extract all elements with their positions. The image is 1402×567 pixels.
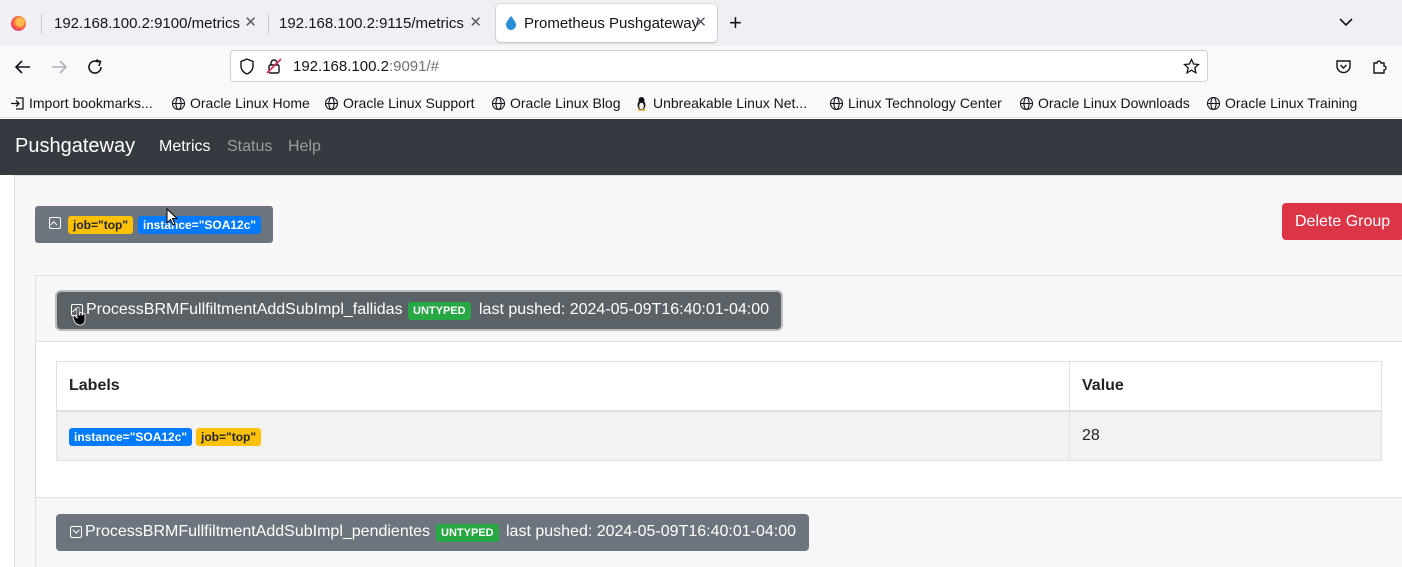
globe-icon <box>1206 96 1221 110</box>
bookmark-label: Import bookmarks... <box>29 95 153 111</box>
metric-header: ProcessBRMFullfiltmentAddSubImpl_pendien… <box>36 498 1402 567</box>
globe-icon <box>829 96 844 110</box>
shield-icon[interactable] <box>239 58 255 75</box>
globe-icon <box>171 96 186 110</box>
metric-type-badge: UNTYPED <box>408 302 471 320</box>
bookmark-label: Oracle Linux Blog <box>510 95 621 111</box>
close-tab-icon[interactable]: ✕ <box>694 13 707 33</box>
bookmark-oracle-linux-support[interactable]: Oracle Linux Support <box>324 93 475 113</box>
tab-prometheus-pushgateway[interactable]: Prometheus Pushgateway ✕ <box>496 4 717 42</box>
url-path: :9091/# <box>388 58 439 75</box>
globe-icon <box>491 96 506 110</box>
extensions-puzzle-icon[interactable] <box>1371 58 1388 75</box>
expand-toggle-icon <box>70 526 82 538</box>
forward-arrow-icon[interactable] <box>50 58 68 76</box>
bookmark-label: Oracle Linux Home <box>190 95 310 111</box>
bookmark-label: Oracle Linux Support <box>343 95 475 111</box>
bookmark-label: Oracle Linux Training <box>1225 95 1358 111</box>
table-row: instance="SOA12c" job="top" 28 <box>57 412 1381 460</box>
bookmark-label: Unbreakable Linux Net... <box>653 95 808 111</box>
close-tab-icon[interactable]: ✕ <box>244 13 257 33</box>
instance-label-badge: instance="SOA12c" <box>138 216 262 234</box>
mouse-pointer-icon <box>166 208 178 226</box>
tab-title: 192.168.100.2:9100/metrics <box>54 14 240 32</box>
nav-link-help[interactable]: Help <box>288 138 321 156</box>
firefox-logo-icon[interactable] <box>11 16 26 31</box>
url-host: 192.168.100.2 <box>293 58 389 75</box>
import-icon <box>11 96 24 110</box>
pushgateway-navbar: Pushgateway Metrics Status Help <box>0 119 1402 175</box>
metric-toggle-button-fallidas[interactable]: ProcessBRMFullfiltmentAddSubImpl_fallida… <box>57 292 781 329</box>
close-tab-icon[interactable]: ✕ <box>469 13 482 33</box>
browser-tab-bar: 192.168.100.2:9100/metrics ✕ 192.168.100… <box>0 0 1402 46</box>
bookmark-oracle-linux-home[interactable]: Oracle Linux Home <box>171 93 310 113</box>
bookmark-unbreakable-linux-network[interactable]: Unbreakable Linux Net... <box>634 93 807 113</box>
value-column-header: Value <box>1070 362 1381 412</box>
metric-type-badge: UNTYPED <box>436 524 499 542</box>
globe-icon <box>1019 96 1034 110</box>
reload-icon[interactable] <box>86 58 104 76</box>
tab-blackbox-metrics[interactable]: 192.168.100.2:9115/metrics ✕ <box>268 4 492 42</box>
hand-pointer-icon <box>72 306 86 326</box>
column-divider <box>1069 362 1070 460</box>
globe-icon <box>324 96 339 110</box>
tab-title: Prometheus Pushgateway <box>524 14 700 32</box>
list-all-tabs-chevron-icon[interactable] <box>1338 14 1354 30</box>
tab-separator <box>41 14 42 34</box>
collapse-toggle-icon <box>49 217 61 229</box>
job-label-badge: job="top" <box>196 428 262 446</box>
metric-name: ProcessBRMFullfiltmentAddSubImpl_pendien… <box>85 523 431 540</box>
bookmark-oracle-linux-blog[interactable]: Oracle Linux Blog <box>491 93 621 113</box>
metric-name: ProcessBRMFullfiltmentAddSubImpl_fallida… <box>86 301 403 318</box>
instance-label-badge: instance="SOA12c" <box>69 428 193 446</box>
bookmark-label: Linux Technology Center <box>848 95 1002 111</box>
labels-column-header: Labels <box>57 362 1069 412</box>
bookmark-label: Oracle Linux Downloads <box>1038 95 1190 111</box>
bookmark-star-icon[interactable] <box>1183 58 1200 75</box>
address-bar[interactable]: 192.168.100.2:9091/# <box>230 50 1208 82</box>
metric-family-card: ProcessBRMFullfiltmentAddSubImpl_fallida… <box>35 275 1402 567</box>
job-label-badge: job="top" <box>68 216 134 234</box>
nav-link-metrics[interactable]: Metrics <box>159 138 211 156</box>
pocket-icon[interactable] <box>1335 58 1352 75</box>
bookmark-import[interactable]: Import bookmarks... <box>10 93 153 113</box>
brand-title[interactable]: Pushgateway <box>15 135 135 158</box>
delete-group-button[interactable]: Delete Group <box>1282 203 1402 240</box>
bookmark-oracle-linux-training[interactable]: Oracle Linux Training <box>1206 93 1357 113</box>
bookmark-oracle-linux-downloads[interactable]: Oracle Linux Downloads <box>1019 93 1190 113</box>
insecure-lock-icon[interactable] <box>266 58 282 75</box>
metric-value: 28 <box>1082 427 1100 444</box>
prometheus-favicon-icon <box>506 16 516 30</box>
new-tab-plus-icon[interactable]: + <box>729 12 742 34</box>
metric-labels-table: Labels Value instance="SOA12c" job="top"… <box>56 361 1382 461</box>
bookmark-linux-technology-center[interactable]: Linux Technology Center <box>829 93 1002 113</box>
tab-title: 192.168.100.2:9115/metrics <box>279 14 464 32</box>
metric-header: ProcessBRMFullfiltmentAddSubImpl_fallida… <box>36 276 1402 342</box>
last-pushed-text: last pushed: 2024-05-09T16:40:01-04:00 <box>479 301 769 318</box>
tux-icon <box>637 96 646 111</box>
nav-link-status[interactable]: Status <box>227 138 272 156</box>
group-toggle-button[interactable]: job="top" instance="SOA12c" <box>35 206 273 243</box>
metric-group-card: job="top" instance="SOA12c" Delete Group… <box>14 175 1402 567</box>
bookmarks-toolbar: Import bookmarks... Oracle Linux Home Or… <box>0 88 1402 118</box>
url-text[interactable]: 192.168.100.2:9091/# <box>293 58 439 75</box>
browser-toolbar: 192.168.100.2:9091/# <box>0 46 1402 88</box>
metric-toggle-button-pendientes[interactable]: ProcessBRMFullfiltmentAddSubImpl_pendien… <box>56 514 809 551</box>
back-arrow-icon[interactable] <box>14 58 32 76</box>
last-pushed-text: last pushed: 2024-05-09T16:40:01-04:00 <box>506 523 796 540</box>
tab-node-exporter-metrics[interactable]: 192.168.100.2:9100/metrics ✕ <box>43 4 267 42</box>
